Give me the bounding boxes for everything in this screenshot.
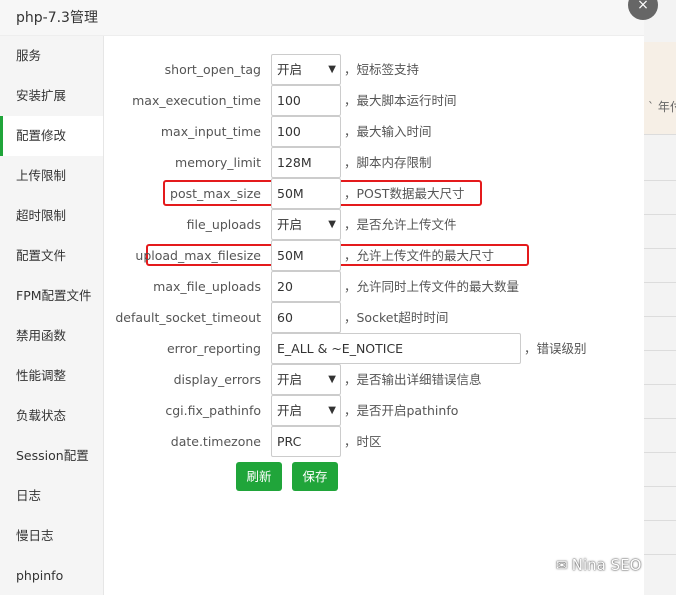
setting-row: max_input_time 100 ，最大输入时间 [105, 116, 644, 147]
background-divider [644, 350, 676, 351]
setting-input[interactable]: E_ALL & ~E_NOTICE [271, 333, 521, 364]
wechat-icon: ✉ [556, 558, 568, 574]
setting-description: ，时区 [344, 434, 382, 449]
sidebar-item[interactable]: 服务 [0, 36, 103, 76]
setting-input[interactable]: 128M [271, 147, 341, 178]
background-divider [644, 520, 676, 521]
php-manager-dialog: php-7.3管理 服务 安装扩展 配置修改 上传限制 超时限制 配置文件 FPM配置文件禁… [0, 0, 644, 595]
background-divider [644, 134, 676, 135]
setting-row: short_open_tag 开启 ▼ ，短标签支持 [105, 54, 644, 85]
setting-description: ，脚本内存限制 [344, 155, 432, 170]
setting-label: default_socket_timeout [115, 310, 261, 325]
setting-label: max_execution_time [132, 93, 261, 108]
watermark: ✉ Nina SEO [556, 556, 641, 574]
background-divider [644, 316, 676, 317]
select-value: 开启 [277, 372, 303, 387]
setting-input[interactable]: PRC [271, 426, 341, 457]
setting-label: post_max_size [170, 186, 261, 201]
select-value: 开启 [277, 217, 303, 232]
background-banner [644, 42, 676, 134]
chevron-down-icon: ▼ [328, 219, 336, 230]
setting-row: error_reporting E_ALL & ~E_NOTICE ，错误级别 [105, 333, 644, 364]
background-divider [644, 452, 676, 453]
setting-input[interactable]: 100 [271, 85, 341, 116]
setting-label: max_file_uploads [153, 279, 261, 294]
setting-row: memory_limit 128M ，脚本内存限制 [105, 147, 644, 178]
sidebar-item[interactable]: 配置修改 [0, 116, 103, 156]
setting-description: ，POST数据最大尺寸 [344, 186, 465, 201]
setting-label: max_input_time [160, 124, 261, 139]
background-divider [644, 554, 676, 555]
setting-row: upload_max_filesize 50M ，允许上传文件的最大尺寸 [105, 240, 644, 271]
setting-row: max_file_uploads 20 ，允许同时上传文件的最大数量 [105, 271, 644, 302]
chevron-down-icon: ▼ [328, 64, 336, 75]
config-panel: 刷新 保存 short_open_tag 开启 ▼ ，短标签支持 max_executi… [105, 36, 644, 595]
setting-input[interactable]: 50M [271, 240, 341, 271]
sidebar-item[interactable]: 上传限制 [0, 156, 103, 196]
setting-input[interactable]: 50M [271, 178, 341, 209]
background-divider [644, 214, 676, 215]
setting-select[interactable]: 开启 ▼ [271, 395, 341, 426]
sidebar-item[interactable]: FPM配置文件 [0, 276, 103, 316]
setting-description: ，错误级别 [524, 341, 587, 356]
refresh-button[interactable]: 刷新 [236, 462, 282, 491]
setting-input[interactable]: 20 [271, 271, 341, 302]
setting-label: upload_max_filesize [135, 248, 261, 263]
sidebar-item[interactable]: 超时限制 [0, 196, 103, 236]
sidebar-item[interactable]: 慢日志 [0, 516, 103, 556]
select-value: 开启 [277, 62, 303, 77]
setting-row: cgi.fix_pathinfo 开启 ▼ ，是否开启pathinfo [105, 395, 644, 426]
background-page: ` 年付 [644, 0, 676, 595]
sidebar-item[interactable]: 日志 [0, 476, 103, 516]
sidebar-item[interactable]: 配置文件 [0, 236, 103, 276]
setting-row: display_errors 开启 ▼ ，是否输出详细错误信息 [105, 364, 644, 395]
setting-input[interactable]: 60 [271, 302, 341, 333]
background-divider [644, 180, 676, 181]
setting-label: display_errors [173, 372, 261, 387]
setting-label: cgi.fix_pathinfo [165, 403, 261, 418]
setting-select[interactable]: 开启 ▼ [271, 209, 341, 240]
sidebar-item[interactable]: Session配置 [0, 436, 103, 476]
setting-description: ，允许同时上传文件的最大数量 [344, 279, 520, 294]
setting-description: ，最大输入时间 [344, 124, 432, 139]
setting-row: post_max_size 50M ，POST数据最大尺寸 [105, 178, 644, 209]
chevron-down-icon: ▼ [328, 374, 336, 385]
sidebar-item[interactable]: 安装扩展 [0, 76, 103, 116]
chevron-down-icon: ▼ [328, 405, 336, 416]
background-text: ` 年付 [648, 100, 676, 114]
setting-row: date.timezone PRC ，时区 [105, 426, 644, 457]
dialog-title: php-7.3管理 [0, 0, 644, 36]
background-divider [644, 248, 676, 249]
setting-description: ，是否输出详细错误信息 [344, 372, 482, 387]
background-divider [644, 384, 676, 385]
setting-label: file_uploads [186, 217, 261, 232]
setting-label: error_reporting [166, 341, 261, 356]
sidebar: 服务 安装扩展 配置修改 上传限制 超时限制 配置文件 FPM配置文件 禁用函数 性能调整 负载状… [0, 36, 104, 595]
setting-description: ，Socket超时时间 [344, 310, 449, 325]
background-divider [644, 486, 676, 487]
setting-label: short_open_tag [164, 62, 261, 77]
setting-select[interactable]: 开启 ▼ [271, 364, 341, 395]
sidebar-item[interactable]: phpinfo [0, 556, 103, 595]
watermark-text: Nina SEO [571, 556, 642, 574]
setting-description: ，最大脚本运行时间 [344, 93, 457, 108]
setting-description: ，允许上传文件的最大尺寸 [344, 248, 495, 263]
sidebar-item[interactable]: 负载状态 [0, 396, 103, 436]
setting-description: ，是否开启pathinfo [344, 403, 459, 418]
setting-row: file_uploads 开启 ▼ ，是否允许上传文件 [105, 209, 644, 240]
save-button[interactable]: 保存 [292, 462, 338, 491]
setting-label: date.timezone [170, 434, 261, 449]
sidebar-item[interactable]: 禁用函数 [0, 316, 103, 356]
background-divider [644, 282, 676, 283]
setting-row: default_socket_timeout 60 ，Socket超时时间 [105, 302, 644, 333]
setting-input[interactable]: 100 [271, 116, 341, 147]
setting-row: max_execution_time 100 ，最大脚本运行时间 [105, 85, 644, 116]
setting-description: ，是否允许上传文件 [344, 217, 457, 232]
sidebar-item[interactable]: 性能调整 [0, 356, 103, 396]
setting-label: memory_limit [175, 155, 261, 170]
setting-description: ，短标签支持 [344, 62, 420, 77]
select-value: 开启 [277, 403, 303, 418]
background-divider [644, 418, 676, 419]
setting-select[interactable]: 开启 ▼ [271, 54, 341, 85]
